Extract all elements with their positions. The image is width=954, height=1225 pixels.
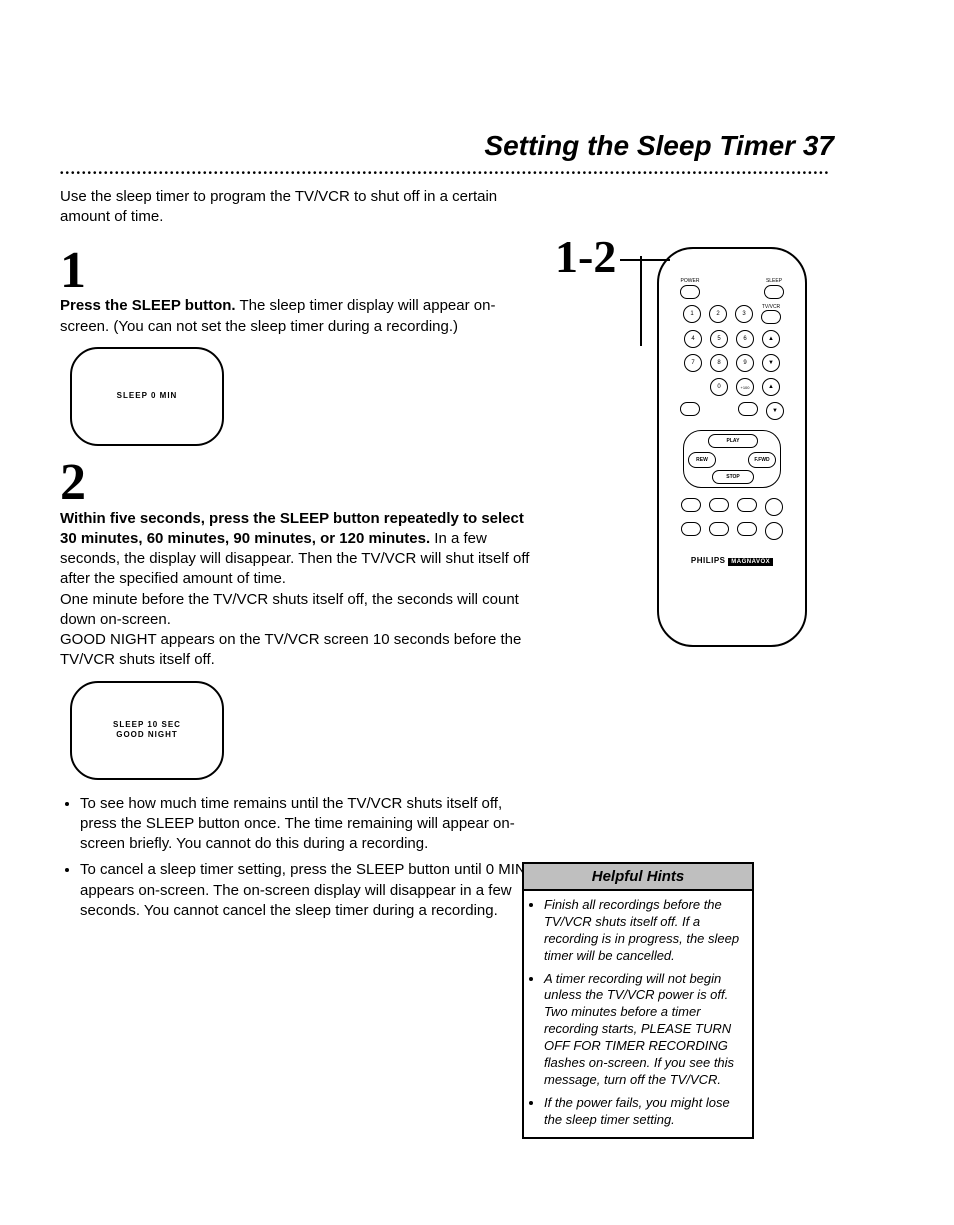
- power-label: POWER: [681, 279, 700, 284]
- ch-up-button[interactable]: ▲: [762, 330, 780, 348]
- step-2-p2: One minute before the TV/VCR shuts itsel…: [60, 590, 540, 631]
- right-column: POWER SLEEP 1 2 3 TV/VCR: [570, 187, 894, 927]
- manual-page: Setting the Sleep Timer 37 •••••••••••••…: [0, 0, 954, 967]
- step-2-number: 2: [60, 460, 540, 507]
- num-7[interactable]: 7: [684, 354, 702, 372]
- tvvcr-button[interactable]: [761, 310, 781, 324]
- memory-button[interactable]: [709, 498, 729, 512]
- step-2-text: Within five seconds, press the SLEEP but…: [60, 509, 540, 590]
- hint-3: If the power fails, you might lose the s…: [544, 1095, 744, 1129]
- num-2[interactable]: 2: [709, 305, 727, 323]
- num-6[interactable]: 6: [736, 330, 754, 348]
- index-button[interactable]: [737, 498, 757, 512]
- hint-1: Finish all recordings before the TV/VCR …: [544, 897, 744, 965]
- play-button[interactable]: PLAY: [708, 434, 758, 448]
- dot-rule: ••••••••••••••••••••••••••••••••••••••••…: [60, 168, 874, 179]
- sleep-label: SLEEP: [766, 279, 782, 284]
- step-1-number: 1: [60, 248, 540, 295]
- num-3[interactable]: 3: [735, 305, 753, 323]
- callout-text: 1-2: [555, 230, 616, 283]
- notes-list: To see how much time remains until the T…: [80, 794, 540, 922]
- rec-button[interactable]: [681, 498, 701, 512]
- clear-button[interactable]: [709, 522, 729, 536]
- num-4[interactable]: 4: [684, 330, 702, 348]
- page-title: Setting the Sleep Timer 37: [60, 130, 834, 162]
- brand-philips: PHILIPS: [691, 556, 726, 565]
- mute-button[interactable]: [738, 402, 758, 416]
- callout-label: 1-2: [555, 230, 670, 283]
- transport-controls: PLAY REW F.FWD STOP: [683, 430, 781, 488]
- num-100[interactable]: +100: [736, 378, 754, 396]
- hint-2: A timer recording will not begin unless …: [544, 971, 744, 1089]
- hints-list: Finish all recordings before the TV/VCR …: [544, 897, 744, 1129]
- remote-control: POWER SLEEP 1 2 3 TV/VCR: [657, 247, 807, 647]
- status-button[interactable]: [681, 522, 701, 536]
- screen-2-line2: GOOD NIGHT: [116, 730, 178, 740]
- hints-title: Helpful Hints: [524, 864, 752, 891]
- step-2-p3: GOOD NIGHT appears on the TV/VCR screen …: [60, 630, 540, 671]
- note-1: To see how much time remains until the T…: [80, 794, 540, 855]
- callout-line-down-icon: [640, 256, 642, 346]
- down-button[interactable]: [765, 522, 783, 540]
- num-9[interactable]: 9: [736, 354, 754, 372]
- screen-display-2: SLEEP 10 SEC GOOD NIGHT: [70, 681, 224, 780]
- power-button[interactable]: [680, 285, 700, 299]
- num-5[interactable]: 5: [710, 330, 728, 348]
- sleep-button[interactable]: [764, 285, 784, 299]
- step-1-text: Press the SLEEP button. The sleep timer …: [60, 296, 540, 337]
- note-2: To cancel a sleep timer setting, press t…: [80, 860, 540, 921]
- num-8[interactable]: 8: [710, 354, 728, 372]
- track-button[interactable]: [737, 522, 757, 536]
- rew-button[interactable]: REW: [688, 452, 716, 468]
- intro-text: Use the sleep timer to program the TV/VC…: [60, 187, 540, 228]
- screen-1-line: SLEEP 0 MIN: [117, 391, 178, 401]
- screen-display-1: SLEEP 0 MIN: [70, 347, 224, 446]
- brand-magnavox: MAGNAVOX: [728, 558, 773, 566]
- ch-down-button[interactable]: ▼: [762, 354, 780, 372]
- menu-button[interactable]: [680, 402, 700, 416]
- screen-2-line1: SLEEP 10 SEC: [113, 720, 181, 730]
- num-1[interactable]: 1: [683, 305, 701, 323]
- helpful-hints-box: Helpful Hints Finish all recordings befo…: [522, 862, 754, 1139]
- vol-down-button[interactable]: ▼: [766, 402, 784, 420]
- left-column: Use the sleep timer to program the TV/VC…: [60, 187, 540, 927]
- num-0[interactable]: 0: [710, 378, 728, 396]
- stop-button[interactable]: STOP: [712, 470, 754, 484]
- vol-up-button[interactable]: ▲: [762, 378, 780, 396]
- callout-line-icon: [620, 259, 670, 261]
- step-1-bold: Press the SLEEP button.: [60, 297, 236, 314]
- remote-brand: PHILIPS MAGNAVOX: [691, 556, 773, 565]
- up-button[interactable]: [765, 498, 783, 516]
- ffwd-button[interactable]: F.FWD: [748, 452, 776, 468]
